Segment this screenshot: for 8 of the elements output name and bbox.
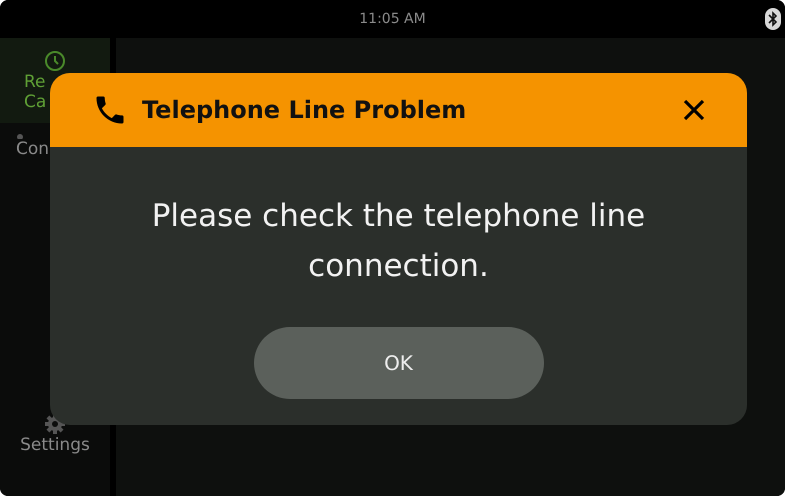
dialog-message: Please check the telephone line connection. [150,197,646,286]
clock-icon [44,50,66,72]
ok-button[interactable]: OK [254,327,544,399]
sidebar-item[interactable]: Con [0,123,110,413]
close-icon[interactable] [683,99,705,121]
bluetooth-icon [765,8,781,30]
clock-time: 11:05 AM [359,11,426,27]
dialog-title: Telephone Line Problem [142,96,468,124]
